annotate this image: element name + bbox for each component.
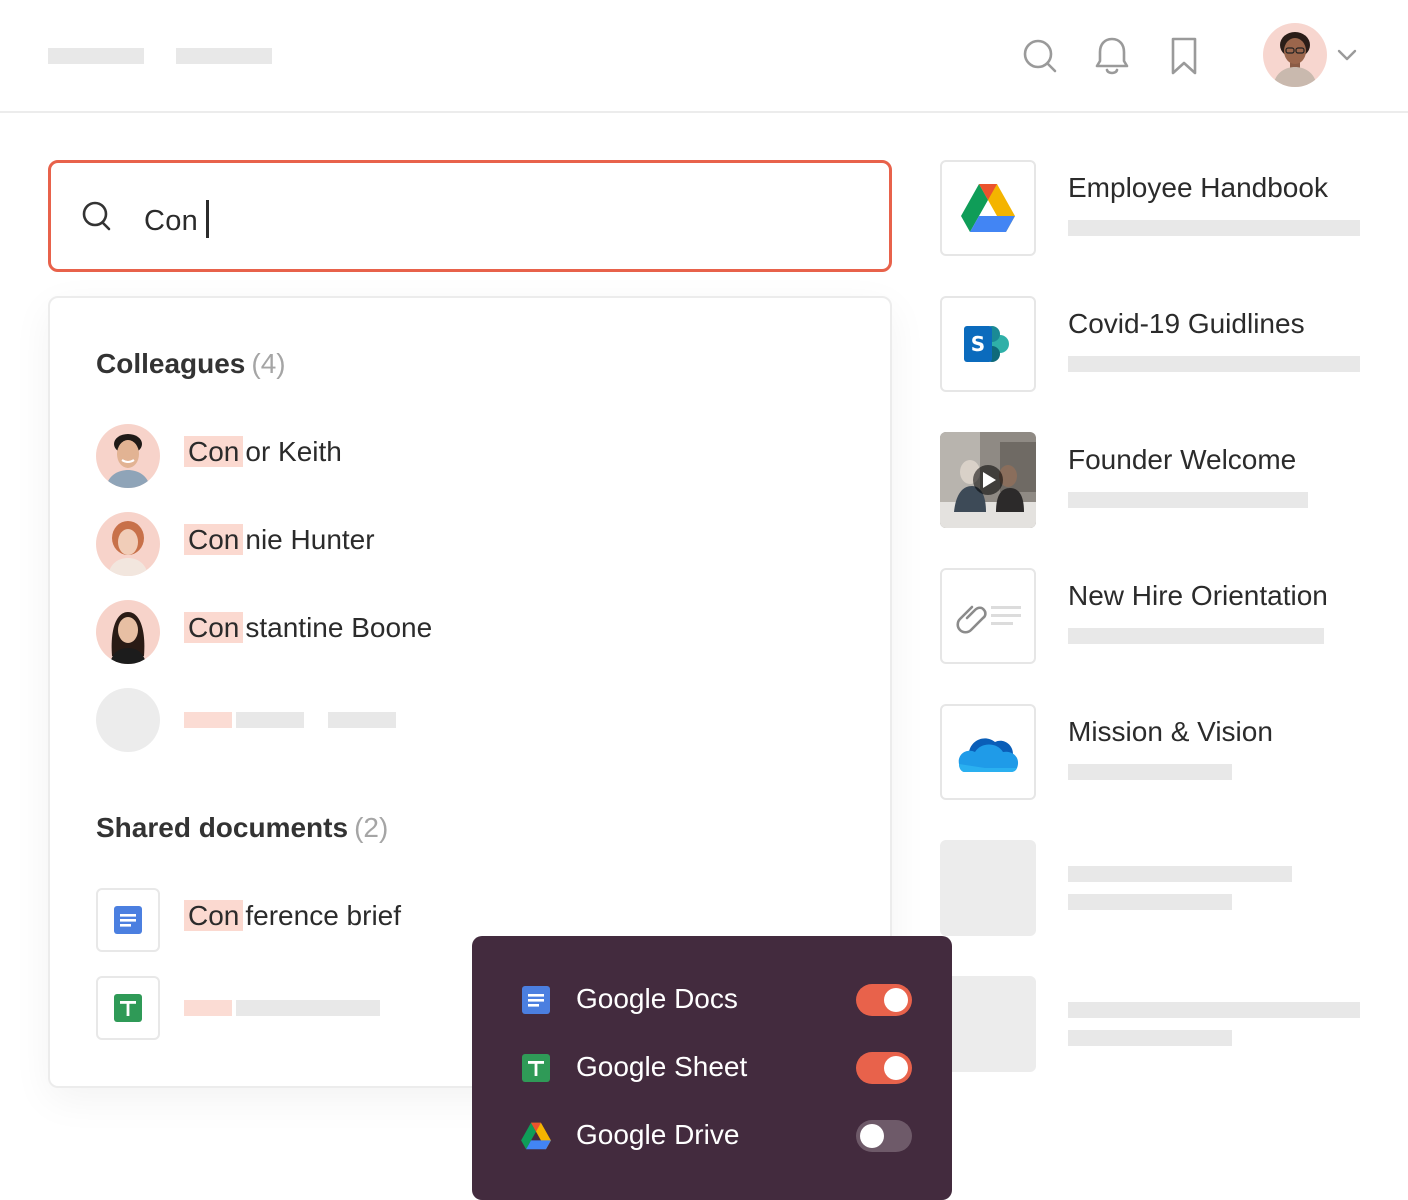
search-button[interactable] <box>1020 34 1060 78</box>
onedrive-icon <box>958 738 1019 772</box>
text-placeholder <box>328 712 396 728</box>
text-placeholder <box>184 712 232 728</box>
recent-item[interactable]: Founder Welcome <box>940 432 1360 528</box>
search-icon <box>1023 39 1057 73</box>
search-input[interactable]: Con <box>48 160 892 272</box>
text-placeholder <box>1068 764 1232 780</box>
match-highlight: Con <box>184 612 244 643</box>
document-icon-box <box>96 976 160 1040</box>
top-bar <box>0 0 1408 113</box>
attachment-icon <box>956 605 1021 634</box>
match-highlight: Con <box>184 436 244 467</box>
toggle-switch-on[interactable] <box>856 1052 912 1084</box>
text-placeholder <box>1068 492 1308 508</box>
recent-item[interactable]: Employee Handbook <box>940 160 1360 256</box>
avatar <box>96 600 160 664</box>
filter-google-docs[interactable]: Google Docs <box>520 980 912 1020</box>
colleagues-count: (4) <box>251 348 286 379</box>
recent-item-placeholder <box>940 840 1360 936</box>
colleague-name: Con nie Hunter <box>184 524 375 556</box>
text-placeholder <box>1068 356 1360 372</box>
recent-item[interactable]: Mission & Vision <box>940 704 1360 800</box>
notifications-button[interactable] <box>1092 34 1132 78</box>
recent-item-title: Founder Welcome <box>1068 444 1297 475</box>
text-placeholder <box>1068 1002 1360 1018</box>
shared-documents-count: (2) <box>354 812 389 843</box>
colleague-row-placeholder <box>96 688 836 752</box>
recent-item-title: Mission & Vision <box>1068 716 1273 747</box>
chevron-down-icon[interactable] <box>1336 44 1358 66</box>
avatar <box>96 512 160 576</box>
toggle-switch-on[interactable] <box>856 984 912 1016</box>
recent-item-icon-box <box>940 160 1036 256</box>
colleague-name: Con stantine Boone <box>184 612 432 644</box>
text-placeholder <box>1068 628 1324 644</box>
filter-google-drive[interactable]: Google Drive <box>520 1116 912 1156</box>
text-placeholder <box>1068 220 1360 236</box>
recent-item-title: Covid-19 Guidlines <box>1068 308 1305 339</box>
shared-documents-section-title: Shared documents (2) <box>96 812 389 843</box>
text-caret <box>206 200 210 238</box>
match-highlight: Con <box>184 524 244 555</box>
recent-item-icon-box: S <box>940 296 1036 392</box>
toggle-switch-off[interactable] <box>856 1120 912 1152</box>
avatar-placeholder <box>96 688 160 752</box>
source-filter-popover: Google Docs Google Sheet Google Drive <box>472 936 952 1200</box>
document-icon-box <box>96 888 160 952</box>
recent-item-placeholder <box>940 976 1360 1072</box>
nav-placeholder <box>48 48 144 64</box>
filter-google-sheet[interactable]: Google Sheet <box>520 1048 912 1088</box>
video-thumbnail <box>940 432 1036 528</box>
user-avatar[interactable] <box>1263 23 1327 87</box>
avatar <box>96 424 160 488</box>
google-drive-icon <box>961 184 1015 232</box>
google-docs-icon <box>520 984 552 1016</box>
text-placeholder <box>1068 866 1292 882</box>
google-docs-icon <box>114 906 142 934</box>
recent-item[interactable]: New Hire Orientation <box>940 568 1360 664</box>
bell-icon <box>1095 37 1129 75</box>
avatar <box>1273 32 1317 87</box>
text-placeholder <box>1068 894 1232 910</box>
colleague-row[interactable]: Con stantine Boone <box>96 600 836 664</box>
colleague-name: Con or Keith <box>184 436 342 468</box>
recent-item-icon-box <box>940 704 1036 800</box>
search-query: Con <box>144 200 210 238</box>
colleagues-section-title: Colleagues (4) <box>96 348 286 379</box>
text-placeholder <box>184 1000 232 1016</box>
document-name: Con ference brief <box>184 900 401 932</box>
recent-item-title: New Hire Orientation <box>1068 580 1328 611</box>
match-highlight: Con <box>184 900 244 931</box>
recent-item-title: Employee Handbook <box>1068 172 1328 203</box>
search-icon <box>82 201 111 231</box>
filter-label: Google Docs <box>576 983 738 1014</box>
text-placeholder <box>236 712 304 728</box>
svg-text:S: S <box>971 332 985 356</box>
text-placeholder <box>236 1000 380 1016</box>
filter-label: Google Sheet <box>576 1051 748 1082</box>
icon-placeholder <box>940 840 1036 936</box>
google-sheets-icon <box>520 1052 552 1084</box>
sharepoint-icon: S <box>964 326 1009 362</box>
colleague-row[interactable]: Con nie Hunter <box>96 512 836 576</box>
text-placeholder <box>1068 1030 1232 1046</box>
recent-item[interactable]: S Covid-19 Guidlines <box>940 296 1360 392</box>
recent-item-icon-box <box>940 568 1036 664</box>
google-drive-icon <box>520 1120 552 1152</box>
filter-label: Google Drive <box>576 1119 740 1150</box>
nav-placeholder <box>176 48 272 64</box>
bookmark-icon <box>1171 37 1197 75</box>
google-sheets-icon <box>114 994 142 1022</box>
icon-placeholder <box>940 976 1036 1072</box>
colleague-row[interactable]: Con or Keith <box>96 424 836 488</box>
bookmarks-button[interactable] <box>1164 34 1204 78</box>
